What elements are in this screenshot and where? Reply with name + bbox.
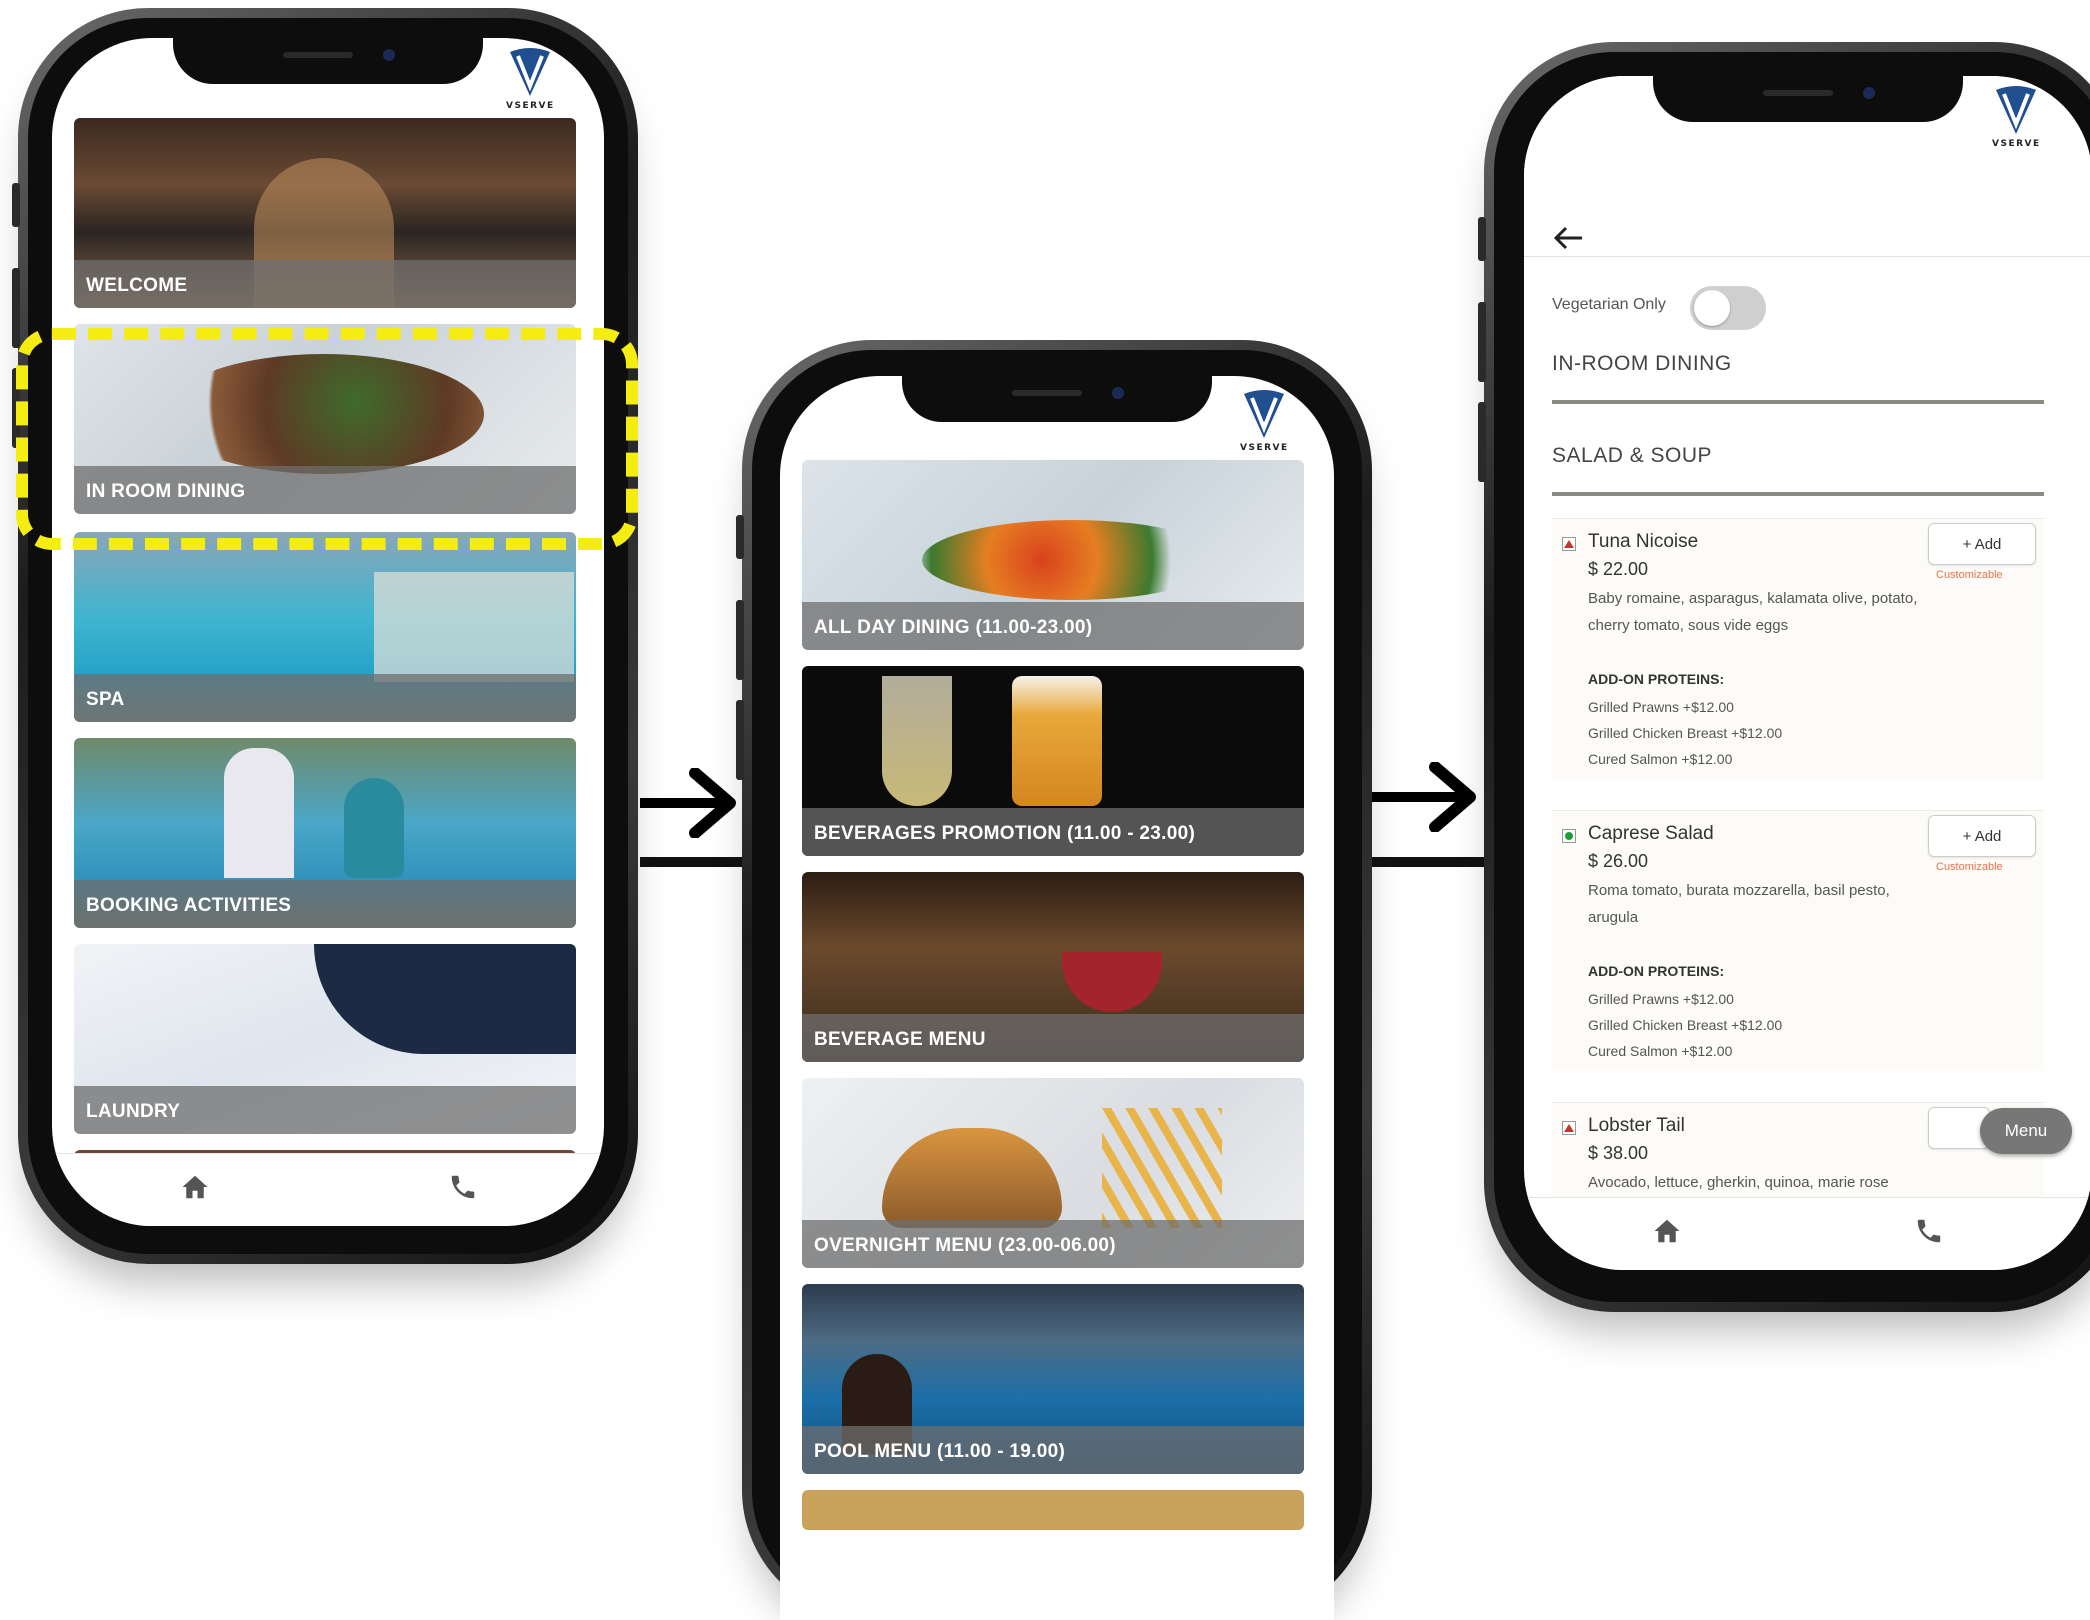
vegetarian-toggle[interactable] [1690,286,1766,330]
flow-connector [640,857,750,867]
phone-icon[interactable] [448,1172,478,1206]
tile-label: WELCOME [86,275,188,296]
addon-heading: ADD-ON PROTEINS: [1588,671,1725,687]
item-name: Tuna Nicoise [1588,531,1699,552]
item-price: $ 38.00 [1588,1143,1649,1163]
bottom-tab-bar [1524,1197,2090,1270]
phone-menu: VSERVE Vegetarian Only IN-ROOM DINING SA… [1478,42,2090,1312]
item-description: Roma tomato, burata mozzarella, basil pe… [1588,882,1890,926]
tile-beverage-menu[interactable]: BEVERAGE MENU [802,872,1304,1062]
tile-label: SPA [86,689,125,710]
addon-heading: ADD-ON PROTEINS: [1588,963,1725,979]
home-icon[interactable] [1652,1216,1682,1250]
tile-beverages-promotion[interactable]: BEVERAGES PROMOTION (11.00 - 23.00) [802,666,1304,856]
customizable-label: Customizable [1936,569,2003,581]
phone-icon[interactable] [1914,1216,1944,1250]
non-veg-icon [1562,1121,1576,1135]
item-price: $ 26.00 [1588,851,1649,871]
tile-label: BOOKING ACTIVITIES [86,895,292,916]
section-heading: SALAD & SOUP [1552,444,1713,467]
tile-all-day-dining[interactable]: ALL DAY DINING (11.00-23.00) [802,460,1304,650]
vserve-logo: VSERVE [1240,388,1289,453]
addon-option: Cured Salmon +$12.00 [1588,751,1733,767]
addon-option: Grilled Chicken Breast +$12.00 [1588,1017,1783,1033]
menu-item-tuna-nicoise: Tuna Nicoise $ 22.00 Baby romaine, aspar… [1552,518,2044,779]
tile-more[interactable] [802,1490,1304,1530]
addon-option: Cured Salmon +$12.00 [1588,1043,1733,1059]
dining-screen: VSERVE ALL DAY DINING (11.00-23.00) BEVE… [780,376,1334,1620]
arrow-right-icon [1372,761,1482,836]
non-veg-icon [1562,537,1576,551]
phone-home: VSERVE WELCOME IN ROOM DINING SPA BOOKIN… [12,8,638,1264]
add-button[interactable]: + Add [1928,815,2036,857]
logo-text: VSERVE [1240,443,1289,453]
logo-text: VSERVE [1992,139,2041,149]
home-screen: VSERVE WELCOME IN ROOM DINING SPA BOOKIN… [52,38,604,1226]
arrow-left-icon[interactable] [1552,226,1584,254]
item-name: Lobster Tail [1588,1115,1685,1136]
add-button[interactable]: + Add [1928,523,2036,565]
tile-spa[interactable]: SPA [74,532,576,722]
tile-label: BEVERAGES PROMOTION (11.00 - 23.00) [814,823,1196,844]
addon-option: Grilled Prawns +$12.00 [1588,699,1734,715]
arrow-right-icon [640,767,740,842]
tile-welcome[interactable]: WELCOME [74,118,576,308]
menu-fab-button[interactable]: Menu [1980,1108,2072,1154]
bottom-tab-bar [52,1153,604,1226]
tile-label: LAUNDRY [86,1101,181,1122]
item-description: Baby romaine, asparagus, kalamata olive,… [1588,590,1918,634]
highlight-in-room-dining [16,328,638,550]
veg-icon [1562,829,1576,843]
tile-label: POOL MENU (11.00 - 19.00) [814,1441,1066,1462]
tile-label: OVERNIGHT MENU (23.00-06.00) [814,1235,1116,1256]
addon-option: Grilled Chicken Breast +$12.00 [1588,725,1783,741]
tile-booking-activities[interactable]: BOOKING ACTIVITIES [74,738,576,928]
menu-screen: VSERVE Vegetarian Only IN-ROOM DINING SA… [1524,76,2090,1270]
category-heading: IN-ROOM DINING [1552,352,1732,375]
customizable-label: Customizable [1936,861,2003,873]
tile-laundry[interactable]: LAUNDRY [74,944,576,1134]
logo-text: VSERVE [506,101,555,111]
item-name: Caprese Salad [1588,823,1714,844]
phone-dining: VSERVE ALL DAY DINING (11.00-23.00) BEVE… [736,340,1372,1620]
tile-label: BEVERAGE MENU [814,1029,986,1050]
item-price: $ 22.00 [1588,559,1649,579]
vserve-logo: VSERVE [506,46,555,111]
home-icon[interactable] [180,1172,210,1206]
vegetarian-only-label: Vegetarian Only [1552,296,1666,313]
vserve-logo: VSERVE [1992,84,2041,149]
addon-option: Grilled Prawns +$12.00 [1588,991,1734,1007]
tile-pool-menu[interactable]: POOL MENU (11.00 - 19.00) [802,1284,1304,1474]
flow-connector [1372,857,1490,867]
tile-overnight-menu[interactable]: OVERNIGHT MENU (23.00-06.00) [802,1078,1304,1268]
tile-label: ALL DAY DINING (11.00-23.00) [814,617,1093,638]
menu-item-caprese-salad: Caprese Salad $ 26.00 Roma tomato, burat… [1552,810,2044,1071]
